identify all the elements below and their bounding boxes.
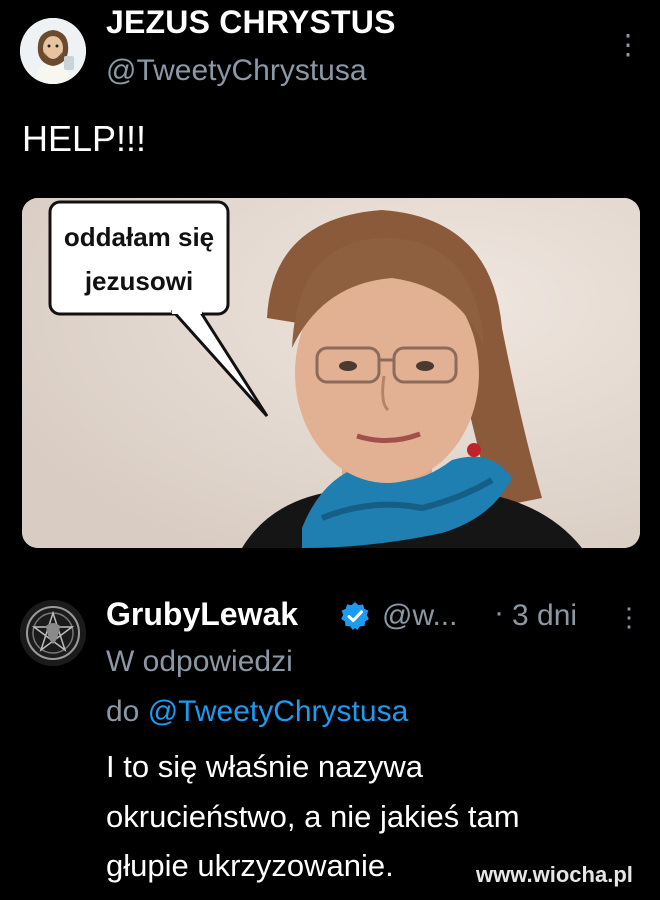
reply-timestamp[interactable]: 3 dni [512, 599, 577, 633]
separator-dot: · [494, 596, 504, 629]
reply-text-line: głupie ukrzyzowanie. [106, 848, 394, 883]
goat-emblem-avatar-icon [20, 600, 86, 666]
jesus-avatar-icon [20, 18, 86, 84]
more-options-icon[interactable]: ⋮ [616, 602, 642, 632]
tweet-media-image[interactable]: oddałam się jezusowi [22, 198, 640, 548]
more-options-icon[interactable]: ⋮ [614, 30, 642, 60]
author-handle[interactable]: @TweetyChrystusa [106, 54, 367, 88]
replying-to-line: do @TweetyChrystusa [106, 695, 408, 729]
reply-text-line: okrucieństwo, a nie jakieś tam [106, 799, 520, 834]
meme-photo-image: oddałam się jezusowi [22, 198, 640, 548]
reply-author-avatar[interactable] [20, 600, 86, 666]
replying-to-label: W odpowiedzi [106, 645, 293, 678]
replying-to-handle-link[interactable]: @TweetyChrystusa [148, 695, 409, 728]
verified-badge-icon [340, 601, 370, 631]
reply-author-name[interactable]: GrubyLewak [106, 596, 298, 633]
replying-to-do: do [106, 695, 140, 728]
reply-author-handle[interactable]: @w... [382, 599, 457, 633]
watermark: www.wiocha.pl [476, 862, 633, 887]
reply-text-line: I to się właśnie nazywa [106, 749, 424, 784]
speech-bubble-text-1: oddałam się [64, 222, 214, 252]
speech-bubble-text-2: jezusowi [84, 266, 193, 296]
author-name[interactable]: JEZUS CHRYSTUS [106, 4, 396, 41]
author-avatar[interactable] [20, 18, 86, 84]
tweet-text: HELP!!! [22, 118, 147, 159]
